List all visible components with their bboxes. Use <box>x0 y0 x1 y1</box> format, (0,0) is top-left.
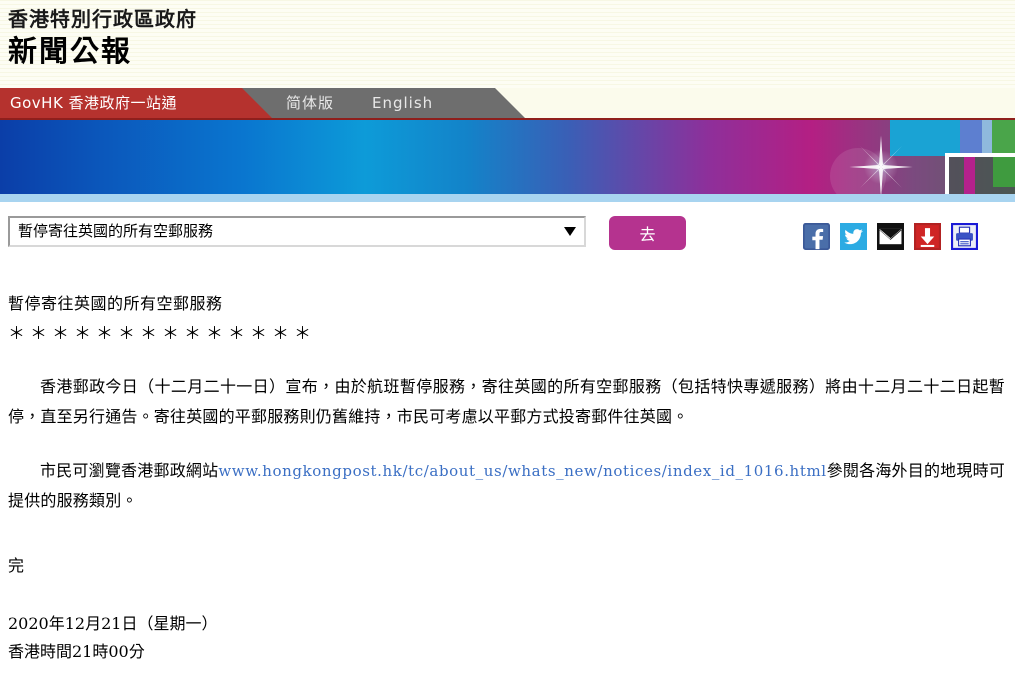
article-body: 暫停寄往英國的所有空郵服務 ＊＊＊＊＊＊＊＊＊＊＊＊＊＊ 香港郵政今日（十二月二… <box>0 290 1015 666</box>
banner-blue-band <box>960 120 982 156</box>
download-icon[interactable] <box>914 223 941 250</box>
article-paragraph-2: 市民可瀏覽香港郵政網站www.hongkongpost.hk/tc/about_… <box>8 456 1005 516</box>
print-icon[interactable] <box>951 223 978 250</box>
article-separator: ＊＊＊＊＊＊＊＊＊＊＊＊＊＊ <box>8 324 316 344</box>
language-link-english[interactable]: English <box>372 88 433 118</box>
starburst-icon <box>849 135 913 199</box>
banner-frame-green-bar <box>993 157 1015 187</box>
banner <box>0 118 1015 202</box>
release-time: 香港時間21時00分 <box>8 642 145 661</box>
govhk-portal-link[interactable]: GovHK 香港政府一站通 <box>10 88 177 118</box>
masthead: 香港特別行政區政府 新聞公報 <box>0 0 1015 88</box>
chevron-down-icon <box>564 227 576 236</box>
hongkongpost-link[interactable]: www.hongkongpost.hk/tc/about_us/whats_ne… <box>218 462 826 480</box>
banner-gradient <box>0 120 1015 202</box>
top-navigation: GovHK 香港政府一站通 简体版 English <box>0 88 1015 118</box>
banner-underline <box>0 194 1015 202</box>
government-name: 香港特別行政區政府 <box>8 7 197 31</box>
article-end-mark: 完 <box>8 556 25 575</box>
paragraph-2-prefix: 市民可瀏覽香港郵政網站 <box>40 461 219 480</box>
banner-lightblue-band <box>982 120 992 156</box>
press-release-select[interactable]: 暫停寄往英國的所有空郵服務 <box>8 216 586 247</box>
page-title: 新聞公報 <box>8 34 133 68</box>
email-icon[interactable] <box>877 223 904 250</box>
go-button[interactable]: 去 <box>609 216 686 250</box>
social-share-bar <box>803 223 978 250</box>
controls-row: 暫停寄往英國的所有空郵服務 去 <box>0 202 1015 264</box>
language-link-simplified[interactable]: 简体版 <box>286 88 334 118</box>
facebook-icon[interactable] <box>803 223 830 250</box>
press-release-select-value: 暫停寄往英國的所有空郵服務 <box>18 222 214 240</box>
article-title: 暫停寄往英國的所有空郵服務 <box>8 294 223 313</box>
article-paragraph-1: 香港郵政今日（十二月二十一日）宣布，由於航班暫停服務，寄往英國的所有空郵服務（包… <box>8 377 1005 426</box>
release-date: 2020年12月21日（星期一） <box>8 614 218 633</box>
twitter-icon[interactable] <box>840 223 867 250</box>
banner-green-band <box>992 120 1015 156</box>
